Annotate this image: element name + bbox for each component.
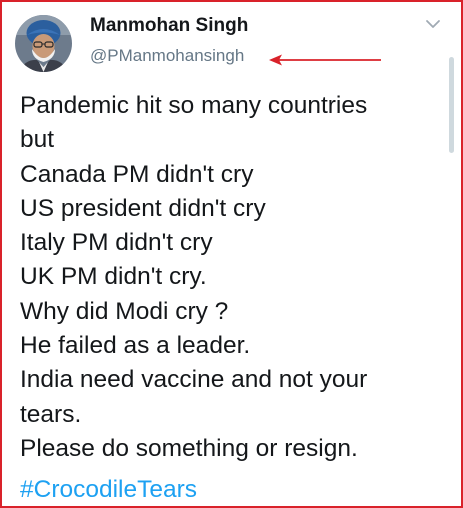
tweet-line: Pandemic hit so many countries [20, 92, 368, 119]
tweet-line: US president didn't cry [20, 194, 266, 222]
tweet-line: tears. [20, 400, 82, 428]
tweet-line: Canada PM didn't cry [20, 160, 254, 188]
tweet-text: Pandemic hit so many countries but Canad… [20, 89, 445, 466]
chevron-down-icon[interactable] [425, 18, 441, 30]
tweet-line: Please do something or resign. [20, 434, 358, 462]
screenshot-frame: Manmohan Singh @PManmohansingh Pandemic … [0, 0, 463, 508]
tweet-line: He failed as a leader. [20, 332, 251, 360]
tweet-line: Why did Modi cry ? [20, 297, 229, 325]
tweet-line: but [20, 126, 55, 154]
tweet-line: India need vaccine and not your [20, 366, 368, 394]
author-handle[interactable]: @PManmohansingh [90, 46, 244, 66]
avatar[interactable] [15, 15, 72, 72]
tweet-line: Italy PM didn't cry [20, 229, 213, 257]
hashtag-link[interactable]: #CrocodileTears [20, 473, 197, 507]
author-display-name[interactable]: Manmohan Singh [90, 15, 248, 37]
tweet-line: UK PM didn't cry. [20, 263, 207, 291]
profile-photo-avatar-icon [15, 15, 72, 72]
scrollbar[interactable] [449, 57, 454, 153]
red-arrow-icon [269, 54, 381, 66]
